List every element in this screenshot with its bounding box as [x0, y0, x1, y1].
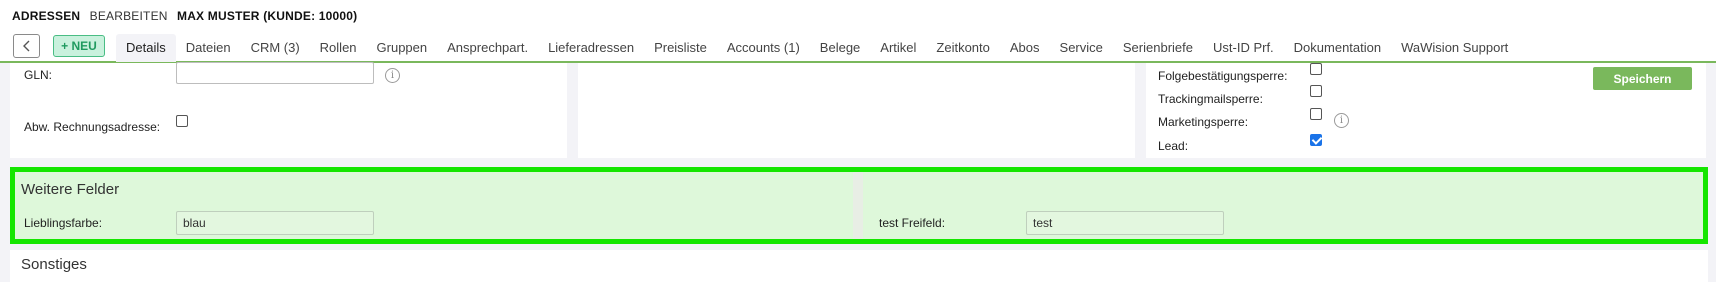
folgebestaetigungsperre-label: Folgebestätigungsperre:	[1158, 69, 1288, 83]
tab-serienbriefe[interactable]: Serienbriefe	[1113, 34, 1203, 62]
info-icon[interactable]: i	[1334, 113, 1349, 128]
tab-artikel[interactable]: Artikel	[870, 34, 926, 62]
sonstiges-title: Sonstiges	[21, 256, 87, 273]
tab-dateien[interactable]: Dateien	[176, 34, 241, 62]
tab-crm[interactable]: CRM (3)	[241, 34, 310, 62]
tab-gruppen[interactable]: Gruppen	[367, 34, 438, 62]
weitere-felder-title: Weitere Felder	[21, 181, 120, 198]
tab-ansprechpartner[interactable]: Ansprechpart.	[437, 34, 538, 62]
tab-belege[interactable]: Belege	[810, 34, 870, 62]
marketingsperre-label: Marketingsperre:	[1158, 115, 1249, 129]
lieblingsfarbe-label: Lieblingsfarbe:	[24, 216, 103, 230]
tab-accounts[interactable]: Accounts (1)	[717, 34, 810, 62]
tab-ust-id-pruefung[interactable]: Ust-ID Prf.	[1203, 34, 1284, 62]
abw-rechnungsadresse-label: Abw. Rechnungsadresse:	[24, 120, 161, 134]
trackingmailsperre-checkbox[interactable]	[1310, 85, 1322, 97]
address-panel-middle	[578, 63, 1135, 158]
address-panel-left: GLN: i Abw. Rechnungsadresse:	[10, 62, 567, 158]
lead-label: Lead:	[1158, 139, 1189, 153]
weitere-felder-section: Weitere Felder Lieblingsfarbe: test Frei…	[10, 167, 1708, 244]
tab-abos[interactable]: Abos	[1000, 34, 1050, 62]
breadcrumb-mode: BEARBEITEN	[89, 9, 168, 23]
trackingmailsperre-label: Trackingmailsperre:	[1158, 92, 1263, 106]
info-icon[interactable]: i	[385, 68, 400, 83]
tab-service[interactable]: Service	[1050, 34, 1113, 62]
folgebestaetigungsperre-checkbox[interactable]	[1310, 63, 1322, 75]
back-arrow-icon	[22, 40, 29, 52]
top-header: ADRESSEN BEARBEITEN MAX MUSTER (KUNDE: 1…	[0, 0, 1716, 63]
tab-details[interactable]: Details	[116, 34, 176, 62]
save-button[interactable]: Speichern	[1593, 67, 1692, 90]
breadcrumb-section[interactable]: ADRESSEN	[12, 9, 80, 23]
tab-lieferadressen[interactable]: Lieferadressen	[538, 34, 644, 62]
back-button[interactable]	[13, 34, 40, 58]
tab-preisliste[interactable]: Preisliste	[644, 34, 717, 62]
gln-input[interactable]	[176, 62, 374, 84]
test-freifeld-input[interactable]	[1026, 211, 1224, 235]
section-divider	[853, 172, 863, 239]
gln-label: GLN:	[24, 68, 53, 82]
lieblingsfarbe-input[interactable]	[176, 211, 374, 235]
tab-bar: Details Dateien CRM (3) Rollen Gruppen A…	[116, 33, 1518, 62]
breadcrumb: ADRESSEN BEARBEITEN MAX MUSTER (KUNDE: 1…	[12, 9, 357, 23]
marketingsperre-checkbox[interactable]	[1310, 108, 1322, 120]
tab-zeitkonto[interactable]: Zeitkonto	[926, 34, 999, 62]
sonstiges-section: Sonstiges	[10, 250, 1708, 282]
test-freifeld-label: test Freifeld:	[879, 216, 946, 230]
breadcrumb-record: MAX MUSTER (KUNDE: 10000)	[177, 9, 358, 23]
tab-dokumentation[interactable]: Dokumentation	[1284, 34, 1391, 62]
new-button[interactable]: + NEU	[53, 35, 105, 57]
tab-rollen[interactable]: Rollen	[310, 34, 367, 62]
tab-wawision-support[interactable]: WaWision Support	[1391, 34, 1518, 62]
lead-checkbox[interactable]	[1310, 134, 1322, 146]
abw-rechnungsadresse-checkbox[interactable]	[176, 115, 188, 127]
